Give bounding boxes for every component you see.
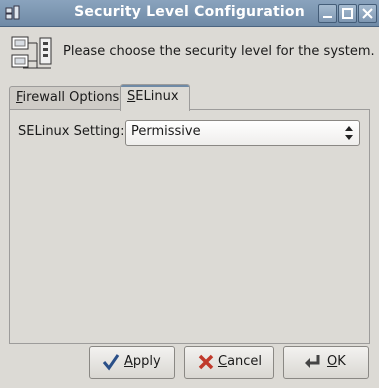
header-message: Please choose the security level for the…	[63, 44, 375, 59]
dialog-window: Security Level Configuration Please choo…	[0, 0, 379, 388]
tab-selinux[interactable]: SELinux	[120, 84, 190, 111]
ok-button[interactable]: OK	[283, 346, 369, 379]
minimize-button[interactable]	[318, 4, 337, 23]
tab-firewall-options[interactable]: Firewall Options	[9, 86, 127, 109]
apply-mnemonic: A	[124, 354, 133, 369]
selinux-setting-value: Permissive	[131, 124, 201, 139]
apply-button[interactable]: Apply	[89, 346, 175, 379]
close-button[interactable]	[358, 4, 377, 23]
x-icon	[198, 354, 214, 370]
cancel-button[interactable]: Cancel	[184, 346, 274, 379]
minimize-icon	[323, 16, 332, 18]
close-icon	[362, 8, 373, 19]
selinux-panel: SELinux Setting: Permissive	[9, 109, 370, 344]
ok-label: K	[337, 354, 346, 369]
cancel-label: ancel	[227, 354, 263, 369]
security-level-icon	[11, 36, 52, 69]
tab-firewall-label: irewall Options	[22, 90, 120, 105]
selinux-setting-label: SELinux Setting:	[18, 124, 125, 139]
enter-icon	[305, 355, 320, 368]
maximize-button[interactable]	[338, 4, 357, 23]
cancel-mnemonic: C	[218, 354, 228, 369]
updown-arrows-icon	[345, 126, 353, 140]
apply-label: pply	[132, 354, 161, 369]
maximize-icon	[342, 8, 353, 19]
ok-mnemonic: O	[327, 354, 338, 369]
checkmark-icon	[102, 354, 120, 371]
selinux-setting-select[interactable]: Permissive	[125, 120, 360, 146]
active-tab-indicator	[121, 85, 189, 87]
title-bar[interactable]: Security Level Configuration	[0, 0, 379, 27]
tab-selinux-label: ELinux	[135, 89, 179, 104]
